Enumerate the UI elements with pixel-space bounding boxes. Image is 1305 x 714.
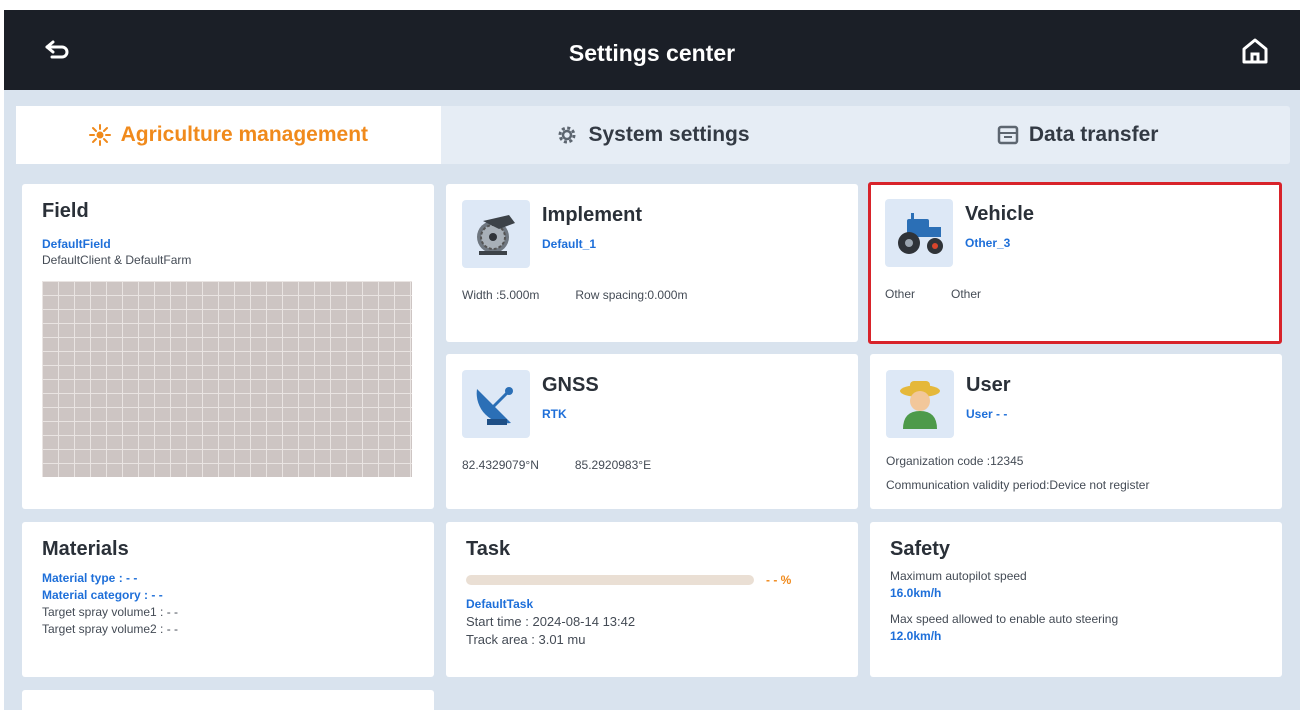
satellite-dish-icon (462, 370, 530, 438)
max-autopilot-speed-value: 16.0km/h (890, 586, 942, 600)
task-progress: - - % (466, 573, 838, 587)
user-title: User (966, 374, 1011, 396)
gear-icon (558, 126, 576, 144)
home-icon[interactable] (1240, 36, 1270, 66)
user-org-code: Organization code :12345 (886, 454, 1024, 468)
agriculture-icon (88, 124, 111, 146)
material-type: Material type : - - (42, 571, 138, 585)
task-progress-track (466, 575, 754, 585)
tractor-icon (885, 199, 953, 267)
implement-name: Default_1 (542, 237, 597, 251)
task-progress-text: - - % (766, 573, 792, 587)
target-spray-volume1: Target spray volume1 : - - (42, 605, 179, 619)
gnss-card[interactable]: GNSS RTK 82.4329079°N 85.2920983°E (446, 354, 858, 509)
gnss-title: GNSS (542, 374, 599, 396)
field-name: DefaultField (42, 237, 111, 251)
task-card[interactable]: Task - - % DefaultTask Start time : 2024… (446, 522, 858, 677)
device-screen: Settings center Agriculture management S… (4, 10, 1300, 710)
tab-bar: Agriculture management System settings D… (16, 106, 1290, 164)
safety-title: Safety (890, 538, 951, 560)
vehicle-title: Vehicle (965, 203, 1034, 225)
gnss-longitude: 85.2920983°E (574, 458, 652, 472)
field-map-preview (42, 281, 412, 477)
task-track-area: Track area : 3.01 mu (466, 632, 586, 647)
materials-card[interactable]: Materials Material type : - - Material c… (22, 522, 434, 677)
implement-title: Implement (542, 204, 643, 226)
tab-label: System settings (588, 123, 750, 146)
field-client-farm: DefaultClient & DefaultFarm (42, 253, 192, 267)
max-auto-steer-speed-value: 12.0km/h (890, 629, 942, 643)
user-avatar-icon (886, 370, 954, 438)
next-card-partial[interactable] (22, 690, 434, 710)
data-transfer-icon (997, 125, 1019, 145)
safety-card[interactable]: Safety Maximum autopilot speed 16.0km/h … (870, 522, 1282, 677)
tab-label: Agriculture management (120, 123, 369, 146)
task-name: DefaultTask (466, 597, 534, 611)
tab-agriculture-management[interactable]: Agriculture management (16, 106, 441, 164)
user-card[interactable]: User User - - Organization code :12345 C… (870, 354, 1282, 509)
vehicle-subtype: Other (951, 287, 982, 301)
tab-data-transfer[interactable]: Data transfer (865, 106, 1290, 164)
vehicle-type: Other (885, 287, 916, 301)
gnss-latitude: 82.4329079°N (462, 458, 539, 472)
implement-card[interactable]: Implement Default_1 Width :5.000m Row sp… (446, 184, 858, 342)
implement-row-spacing: Row spacing:0.000m (575, 288, 688, 302)
vehicle-name: Other_3 (965, 236, 1011, 250)
user-name: User - - (966, 407, 1008, 421)
tab-system-settings[interactable]: System settings (441, 106, 866, 164)
page-title: Settings center (568, 40, 736, 66)
target-spray-volume2: Target spray volume2 : - - (42, 622, 179, 636)
tab-label: Data transfer (1028, 123, 1159, 146)
max-autopilot-speed-label: Maximum autopilot speed (890, 569, 1027, 583)
materials-title: Materials (42, 538, 129, 560)
max-auto-steer-speed-label: Max speed allowed to enable auto steerin… (890, 612, 1119, 626)
field-card[interactable]: Field DefaultField DefaultClient & Defau… (22, 184, 434, 509)
task-start-time: Start time : 2024-08-14 13:42 (466, 614, 636, 629)
task-title: Task (466, 538, 511, 560)
material-category: Material category : - - (42, 588, 163, 602)
top-bar: Settings center (4, 10, 1300, 90)
field-title: Field (42, 200, 89, 222)
vehicle-card[interactable]: Vehicle Other_3 Other Other (868, 182, 1282, 344)
user-validity: Communication validity period:Device not… (886, 478, 1150, 492)
implement-icon (462, 200, 530, 268)
gnss-mode: RTK (542, 407, 567, 421)
implement-width: Width :5.000m (462, 288, 540, 302)
